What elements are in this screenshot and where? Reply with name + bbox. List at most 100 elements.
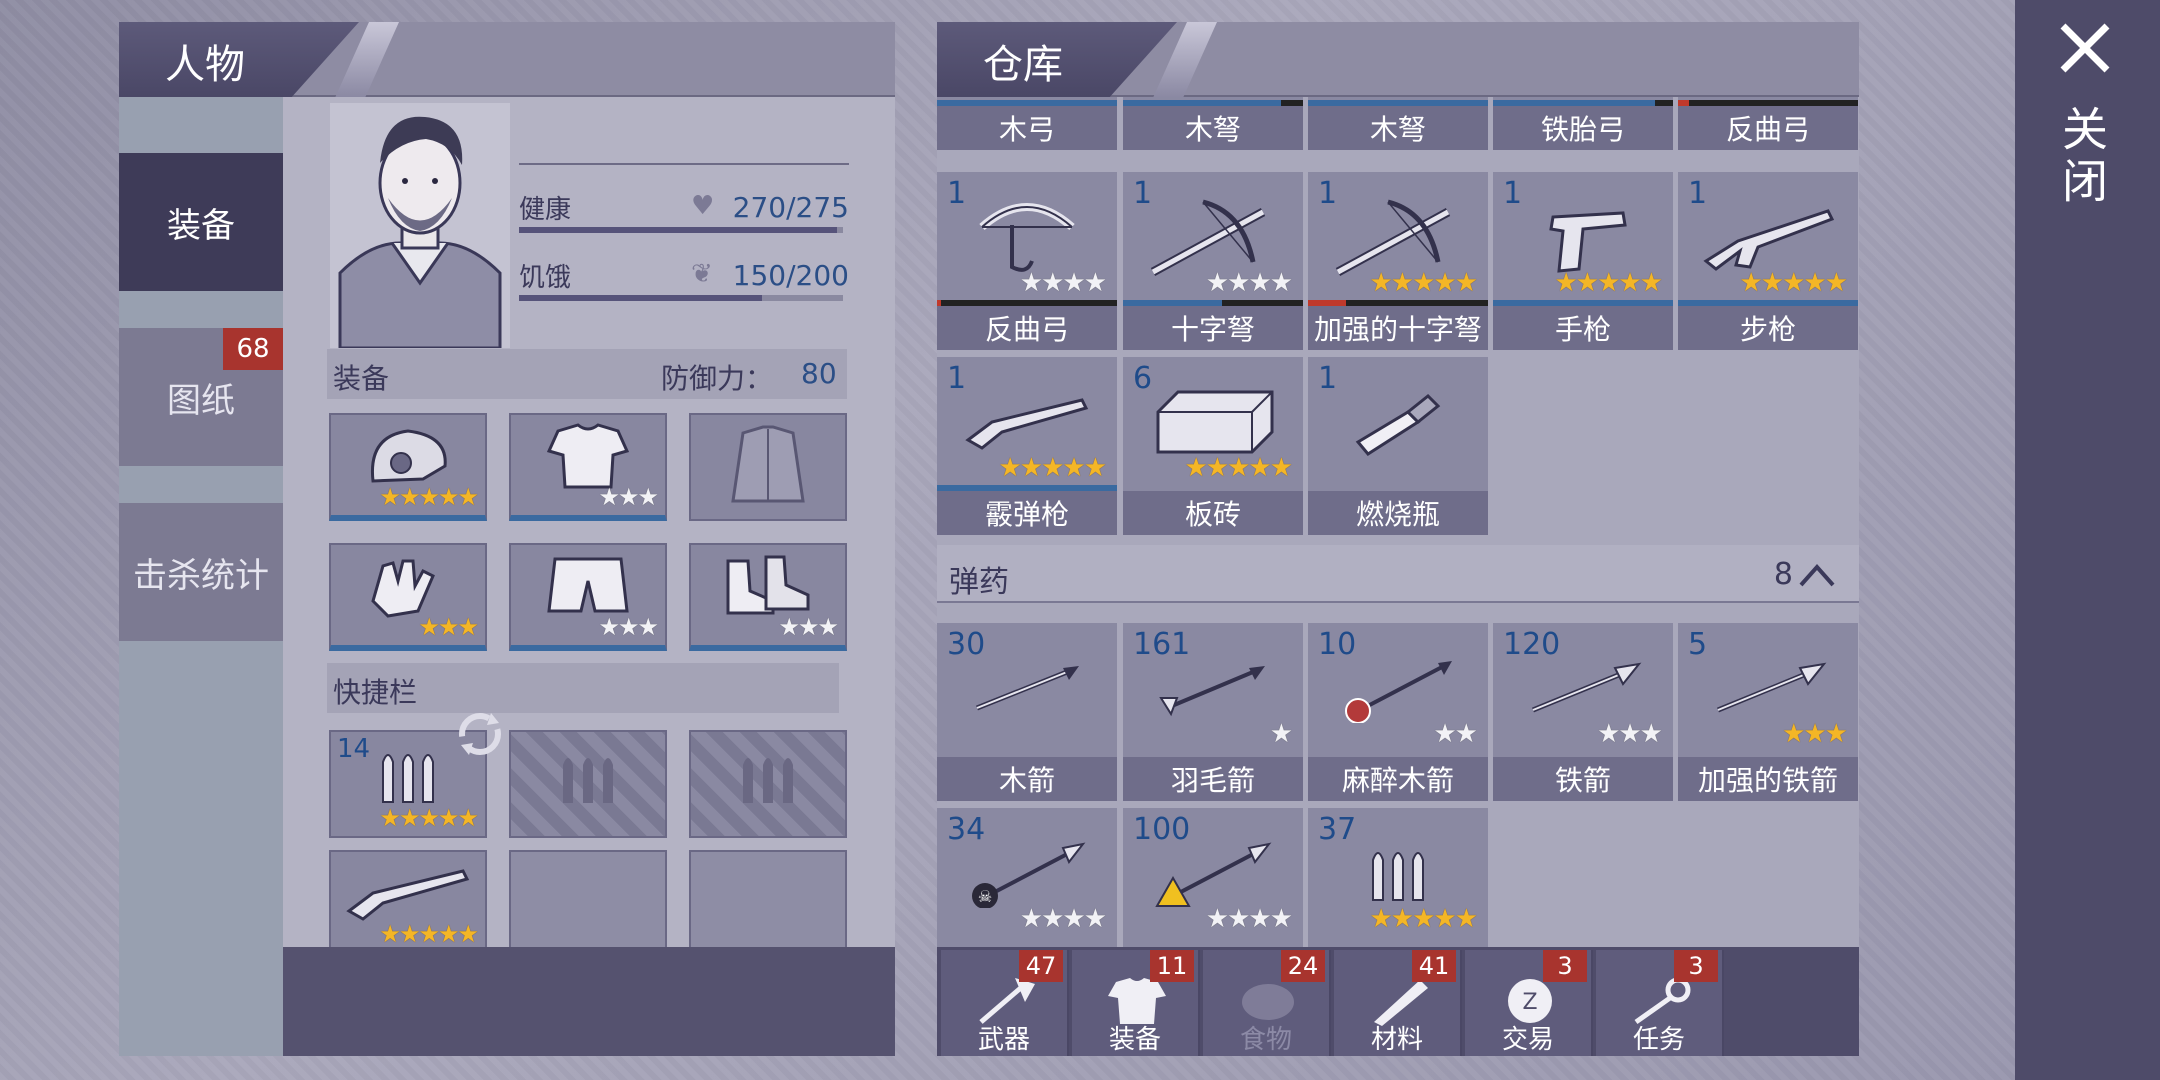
bullets-placeholder-icon bbox=[521, 740, 655, 810]
tab-count-badge: 3 bbox=[1674, 950, 1718, 982]
survivor-portrait-icon bbox=[330, 103, 510, 350]
nav-equipment[interactable]: 装备 bbox=[119, 153, 283, 291]
category-tab[interactable]: 41 材料 bbox=[1334, 950, 1462, 1056]
character-area: 健康 ♥ 270/275 饥饿 ❦ 150/200 装备 防御力： 80 ★★★… bbox=[283, 97, 895, 967]
equip-slot-boots[interactable]: ★★★ bbox=[689, 543, 847, 651]
inventory-item[interactable]: 1 ★★★★ 反曲弓 bbox=[937, 172, 1117, 350]
equip-slot-jacket[interactable] bbox=[689, 413, 847, 521]
item-label: 木弩 bbox=[1123, 106, 1303, 150]
rarity-stars: ★★★★ bbox=[1019, 904, 1107, 934]
nav-blueprints-label: 图纸 bbox=[167, 380, 235, 421]
item-label: 铁箭 bbox=[1493, 757, 1673, 801]
gloves-icon bbox=[341, 553, 475, 619]
quickbar-slot-4[interactable]: ★★★★★ bbox=[329, 850, 487, 958]
chevron-up-icon[interactable] bbox=[1797, 555, 1837, 595]
helmet-icon bbox=[341, 423, 475, 489]
category-tab[interactable]: Z 3 交易 bbox=[1465, 950, 1593, 1056]
inventory-item[interactable]: ★★★★ 木弓 bbox=[937, 97, 1117, 150]
nav-kill-stats-label: 击杀统计 bbox=[133, 555, 269, 596]
stomach-icon: ❦ bbox=[691, 259, 713, 289]
helmet-stars: ★★★★★ bbox=[379, 483, 479, 511]
quickbar-slot-6[interactable] bbox=[689, 850, 847, 958]
quickbar-label: 快捷栏 bbox=[333, 676, 418, 709]
inventory-item[interactable]: 1 ★★★★★ 霰弹枪 bbox=[937, 357, 1117, 535]
inventory-item[interactable]: 1 ★★★★★ 加强的十字弩 bbox=[1308, 172, 1488, 350]
health-value: 270/275 bbox=[732, 191, 849, 224]
inventory-item[interactable]: ★★ 木弩 bbox=[1308, 97, 1488, 150]
health-stat: 健康 ♥ 270/275 bbox=[519, 189, 849, 233]
character-header: 人物 bbox=[119, 22, 895, 97]
health-label: 健康 bbox=[519, 195, 572, 225]
quickbar-slot-2[interactable] bbox=[509, 730, 667, 838]
item-label: 羽毛箭 bbox=[1123, 757, 1303, 801]
svg-text:Z: Z bbox=[1522, 990, 1537, 1015]
inventory-item[interactable]: 30 木箭 bbox=[937, 623, 1117, 801]
shirt-icon bbox=[521, 423, 655, 489]
character-footer bbox=[283, 947, 895, 1056]
category-tab[interactable]: 3 任务 bbox=[1596, 950, 1724, 1056]
rarity-stars: ★★ bbox=[1433, 719, 1478, 749]
inventory-item[interactable]: ★★★★ 反曲弓 bbox=[1678, 97, 1858, 150]
item-label: 木箭 bbox=[937, 757, 1117, 801]
inventory-item[interactable]: ★★ 木弩 bbox=[1123, 97, 1303, 150]
inventory-item[interactable]: 5 ★★★ 加强的铁箭 bbox=[1678, 623, 1858, 801]
equip-slot-shorts[interactable]: ★★★ bbox=[509, 543, 667, 651]
rarity-stars: ★★★ bbox=[1597, 97, 1663, 98]
item-label: 反曲弓 bbox=[937, 306, 1117, 350]
bullets-placeholder-icon bbox=[701, 740, 835, 810]
tab-label: 材料 bbox=[1370, 1025, 1423, 1055]
tab-label: 装备 bbox=[1108, 1025, 1161, 1055]
inventory-item[interactable]: 1 ★★★★★ 步枪 bbox=[1678, 172, 1858, 350]
nav-blueprints[interactable]: 图纸 68 bbox=[119, 328, 283, 466]
category-tabs: 47 武器 11 装备 24 食物 41 材料 Z 3 交易 3 任务 bbox=[937, 947, 1859, 1056]
item-label: 十字弩 bbox=[1123, 306, 1303, 350]
nav-kill-stats[interactable]: 击杀统计 bbox=[119, 503, 283, 641]
tab-label: 武器 bbox=[977, 1025, 1030, 1055]
swap-icon[interactable] bbox=[451, 705, 509, 763]
character-title: 人物 bbox=[165, 42, 245, 88]
category-tab[interactable]: 11 装备 bbox=[1072, 950, 1200, 1056]
character-portrait bbox=[330, 103, 510, 350]
inventory-item[interactable]: 10 ★★ 麻醉木箭 bbox=[1308, 623, 1488, 801]
shorts-stars: ★★★ bbox=[598, 613, 659, 641]
rarity-stars: ★★★★★ bbox=[1739, 268, 1848, 298]
tab-count-badge: 47 bbox=[1019, 950, 1063, 982]
close-label: 关闭 bbox=[2055, 105, 2109, 209]
equip-slot-helmet[interactable]: ★★★★★ bbox=[329, 413, 487, 521]
inventory-item[interactable]: 1 ★★★★ 十字弩 bbox=[1123, 172, 1303, 350]
close-icon[interactable] bbox=[2055, 18, 2115, 78]
rarity-stars: ★★★★ bbox=[1205, 268, 1293, 298]
inventory-item[interactable]: 1 燃烧瓶 bbox=[1308, 357, 1488, 535]
item-label: 木弓 bbox=[937, 106, 1117, 150]
inventory-item[interactable]: 120 ★★★ 铁箭 bbox=[1493, 623, 1673, 801]
shotgun-icon bbox=[341, 860, 475, 926]
quickbar-slot-5[interactable] bbox=[509, 850, 667, 958]
category-tab[interactable]: 47 武器 bbox=[941, 950, 1069, 1056]
hunger-stat: 饥饿 ❦ 150/200 bbox=[519, 257, 849, 301]
ammo-section-header[interactable]: 弹药 8 bbox=[937, 545, 1859, 603]
inventory-item[interactable]: 6 ★★★★★ 板砖 bbox=[1123, 357, 1303, 535]
inventory-item[interactable]: ★★★ 铁胎弓 bbox=[1493, 97, 1673, 150]
item-label: 反曲弓 bbox=[1678, 106, 1858, 150]
ammo-count: 8 bbox=[1773, 557, 1793, 592]
ammo-label: 弹药 bbox=[949, 565, 1009, 600]
equip-slot-gloves[interactable]: ★★★ bbox=[329, 543, 487, 651]
close-panel[interactable]: 关闭 bbox=[2015, 0, 2160, 1080]
boots-stars: ★★★ bbox=[778, 613, 839, 641]
item-label: 手枪 bbox=[1493, 306, 1673, 350]
warehouse-title: 仓库 bbox=[983, 42, 1063, 88]
warehouse-header: 仓库 bbox=[937, 22, 1859, 97]
defense-value: 80 bbox=[801, 357, 837, 390]
quickbar-slot-3[interactable] bbox=[689, 730, 847, 838]
rarity-stars: ★ bbox=[1269, 719, 1293, 749]
inventory-item[interactable]: 161 ★ 羽毛箭 bbox=[1123, 623, 1303, 801]
tab-count-badge: 24 bbox=[1281, 950, 1325, 982]
rarity-stars: ★★★★★ bbox=[1369, 904, 1478, 934]
gloves-stars: ★★★ bbox=[418, 613, 479, 641]
equip-slot-shirt[interactable]: ★★★ bbox=[509, 413, 667, 521]
category-tab[interactable]: 24 食物 bbox=[1203, 950, 1331, 1056]
inventory-item[interactable]: 1 ★★★★★ 手枪 bbox=[1493, 172, 1673, 350]
rarity-stars: ★★★★★ bbox=[998, 453, 1107, 483]
item-label: 步枪 bbox=[1678, 306, 1858, 350]
arrow-icon bbox=[957, 643, 1097, 733]
